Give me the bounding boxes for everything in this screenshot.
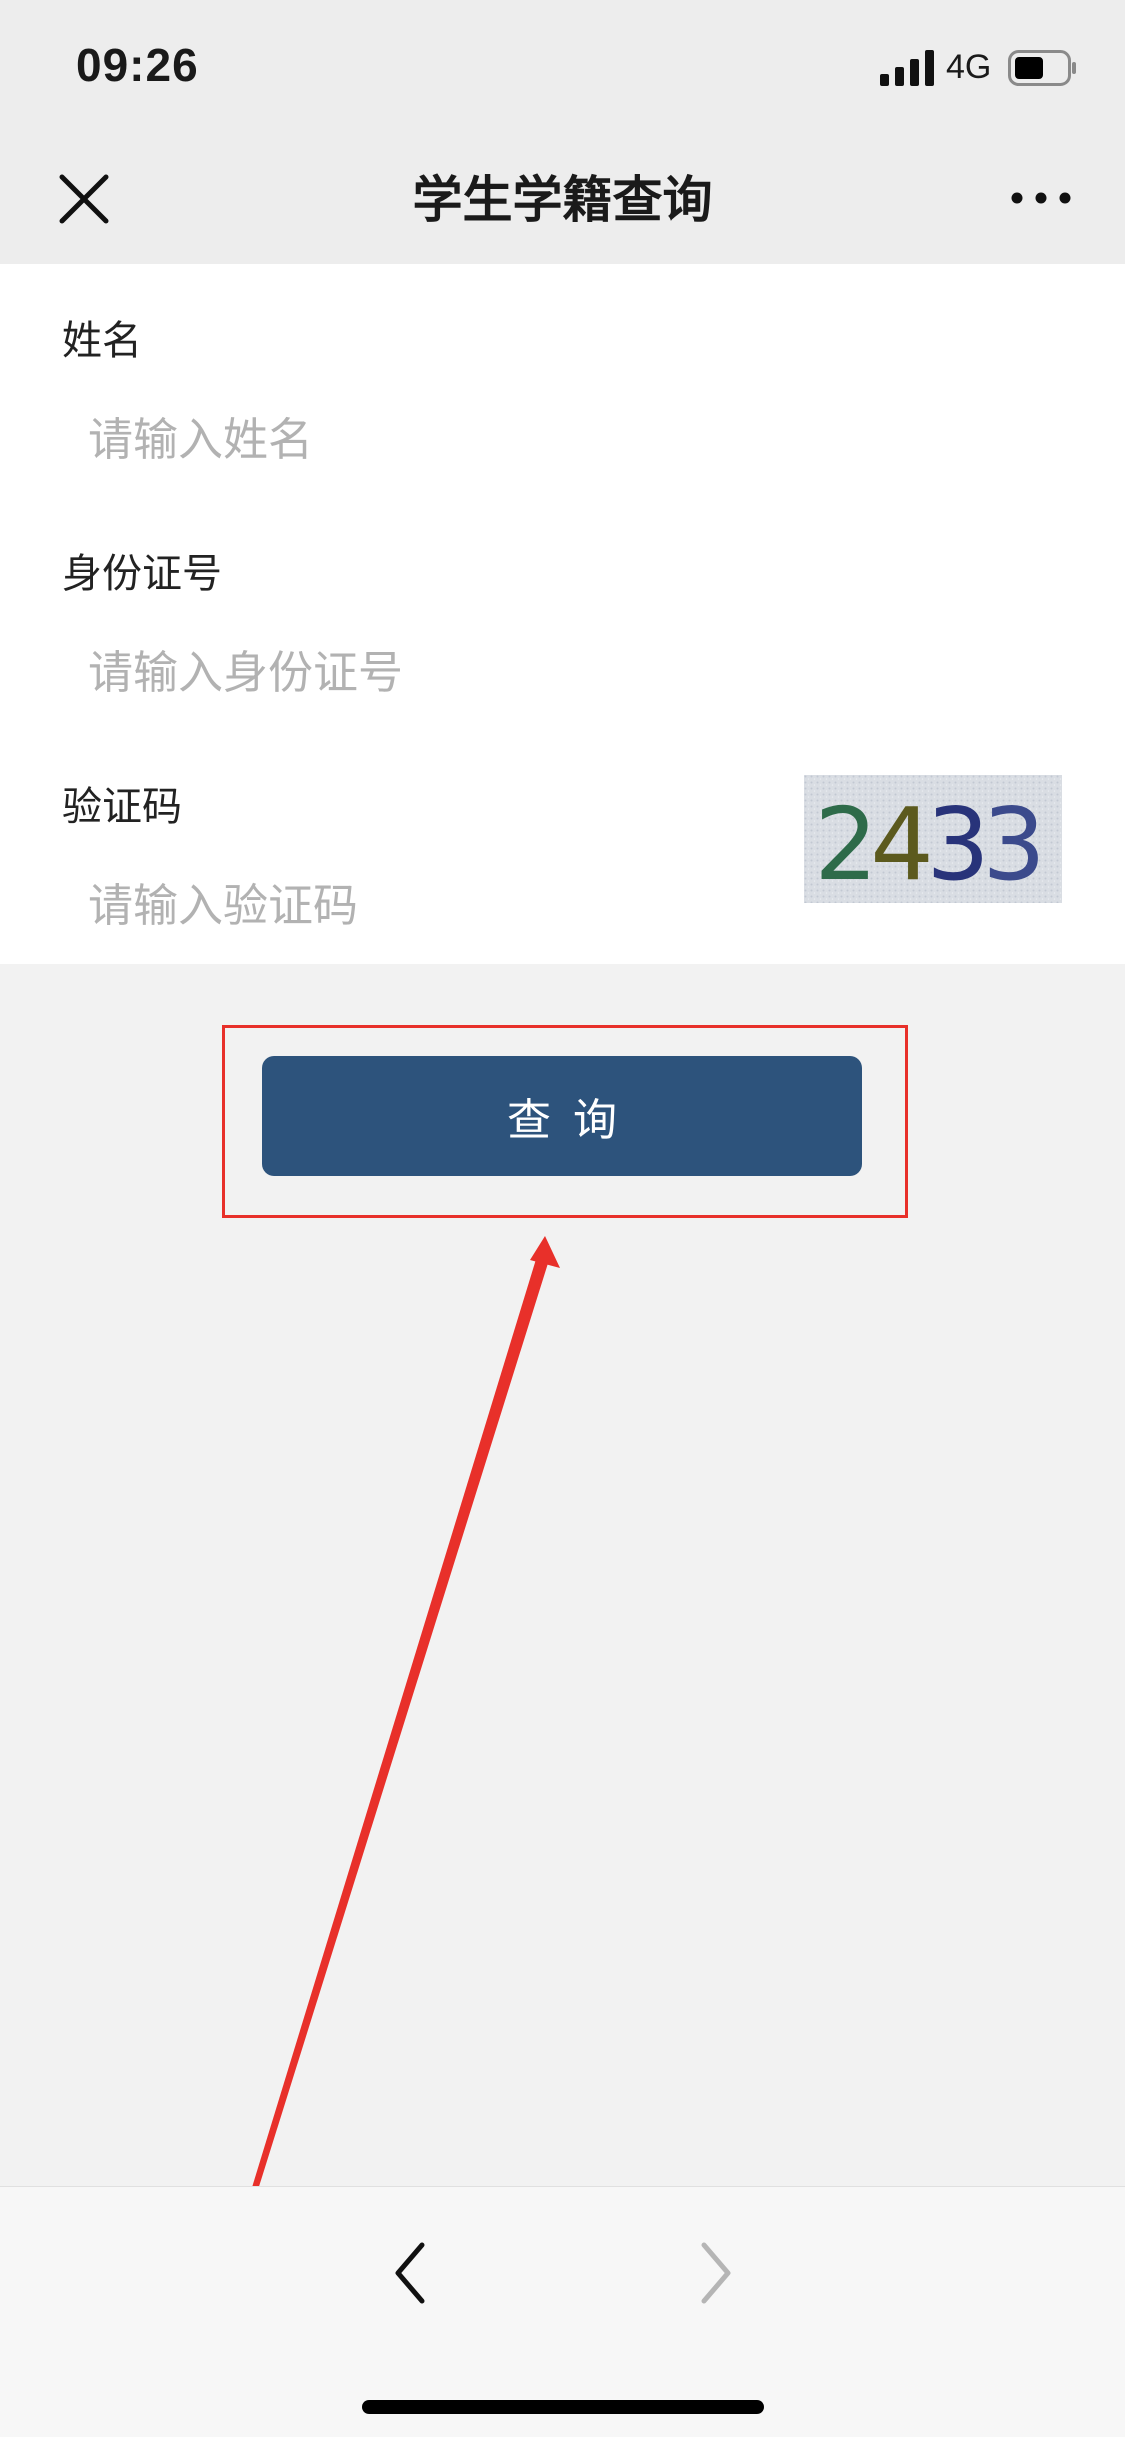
chevron-right-icon[interactable] xyxy=(686,2233,742,2313)
captcha-field-row: 验证码 2433 xyxy=(0,730,1125,964)
chevron-left-icon[interactable] xyxy=(384,2233,440,2313)
query-button[interactable]: 查询 xyxy=(262,1056,862,1176)
id-number-field-row: 身份证号 xyxy=(0,497,1125,730)
name-field-row: 姓名 xyxy=(0,264,1125,497)
network-type: 4G xyxy=(946,48,992,86)
captcha-label: 验证码 xyxy=(62,784,182,830)
id-number-label: 身份证号 xyxy=(62,551,222,597)
id-number-input[interactable] xyxy=(88,642,708,702)
status-bar: 09:26 4G xyxy=(0,0,1125,135)
captcha-digit: 3 xyxy=(982,786,1046,903)
status-time: 09:26 xyxy=(76,39,199,91)
nav-bar: 学生学籍查询 xyxy=(0,135,1125,265)
signal-bars-icon xyxy=(880,50,934,86)
battery-icon xyxy=(1008,50,1076,86)
name-input[interactable] xyxy=(88,409,708,469)
captcha-digit: 3 xyxy=(926,786,990,903)
captcha-image[interactable]: 2433 xyxy=(804,775,1062,903)
captcha-input[interactable] xyxy=(88,875,708,935)
captcha-digit: 4 xyxy=(870,786,934,903)
page-title: 学生学籍查询 xyxy=(412,171,713,229)
more-dots-icon[interactable] xyxy=(1010,183,1072,213)
home-indicator xyxy=(362,2400,764,2414)
name-label: 姓名 xyxy=(62,318,142,364)
bottom-toolbar xyxy=(0,2186,1125,2437)
captcha-digit: 2 xyxy=(814,786,878,903)
